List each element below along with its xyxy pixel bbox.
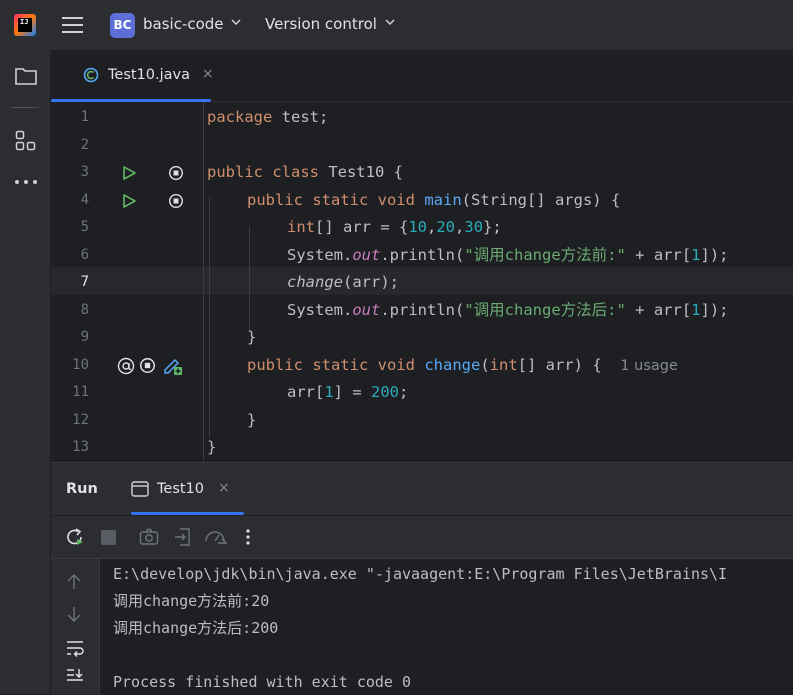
line-number: 10 <box>72 356 89 373</box>
code-line: 5 int[] arr = {10,20,30}; <box>51 214 793 242</box>
line-number: 8 <box>80 301 89 318</box>
run-tab-label: Test10 <box>157 481 205 497</box>
scroll-to-end-icon[interactable] <box>65 667 85 685</box>
arrow-down-icon[interactable] <box>66 605 82 623</box>
line-number: 5 <box>80 219 89 235</box>
tab-test10-java[interactable]: Test10.java × <box>66 50 214 101</box>
line-number: 9 <box>80 329 89 345</box>
breakpoint-icon[interactable] <box>169 166 183 180</box>
project-name[interactable]: basic-code <box>143 15 224 33</box>
structure-icon[interactable] <box>15 130 37 152</box>
camera-icon[interactable] <box>139 528 159 546</box>
active-tab-indicator <box>131 512 244 515</box>
code-text: int[] arr = {10,20,30}; <box>287 218 502 236</box>
rerun-icon[interactable] <box>65 527 85 547</box>
tab-close-icon[interactable]: × <box>202 66 214 82</box>
console-sidebar <box>51 559 100 695</box>
more-options-icon[interactable] <box>245 528 251 546</box>
chevron-down-icon[interactable] <box>230 16 242 28</box>
console-line: 调用change方法后:200 <box>113 619 279 637</box>
code-text: System.out.println("调用change方法后:" + arr[… <box>287 300 729 319</box>
line-number: 1 <box>80 109 89 125</box>
java-class-icon <box>83 67 99 83</box>
console-output[interactable]: E:\develop\jdk\bin\java.exe "-javaagent:… <box>100 559 793 695</box>
code-text: package test; <box>207 108 329 126</box>
code-text: } <box>247 328 257 346</box>
run-tab-test10[interactable]: Test10 × <box>131 463 244 515</box>
code-line: 8 System.out.println("调用change方法后:" + ar… <box>51 297 793 325</box>
line-number: 12 <box>72 411 89 428</box>
breakpoint-icon[interactable] <box>169 193 183 208</box>
line-number: 3 <box>80 164 89 180</box>
line-number: 7 <box>80 274 89 290</box>
edit-add-icon[interactable] <box>162 355 184 377</box>
code-line: 11 arr[1] = 200; <box>51 379 793 407</box>
version-control-menu[interactable]: Version control <box>265 15 377 33</box>
main-menu-icon[interactable] <box>62 14 84 36</box>
line-number: 2 <box>80 136 89 153</box>
more-tools-icon[interactable] <box>14 178 38 186</box>
run-tab-close-icon[interactable]: × <box>218 480 230 496</box>
line-number: 13 <box>72 439 89 455</box>
code-text: public static void change(int[] arr) { 1… <box>247 355 678 374</box>
code-line: 4 public static void main(String[] args)… <box>51 187 793 215</box>
code-line: 10 public static void change(int[] arr) … <box>51 352 793 380</box>
run-gutter-icon[interactable] <box>121 165 137 181</box>
soft-wrap-icon[interactable] <box>65 639 85 657</box>
code-text: System.out.println("调用change方法前:" + arr[… <box>287 245 729 264</box>
project-badge[interactable]: BC <box>110 13 135 38</box>
usage-hint[interactable]: 1 usage <box>620 358 678 374</box>
console-line: E:\develop\jdk\bin\java.exe "-javaagent:… <box>113 565 728 583</box>
intellij-logo-icon[interactable]: IJ <box>14 14 36 36</box>
line-number: 4 <box>80 191 89 208</box>
line-number: 6 <box>80 246 89 263</box>
console-icon <box>131 481 149 497</box>
stop-icon[interactable] <box>101 530 116 545</box>
console-line: 调用change方法前:20 <box>113 592 270 610</box>
exit-icon[interactable] <box>173 527 193 547</box>
code-line: 1 package test; <box>51 104 793 132</box>
code-line: 7 change(arr); <box>51 269 793 297</box>
run-toolbar <box>51 516 793 559</box>
code-line: 6 System.out.println("调用change方法前:" + ar… <box>51 242 793 270</box>
profiler-icon[interactable] <box>204 527 228 547</box>
code-editor[interactable]: 1 package test; 2 3 public class Test10 … <box>51 102 793 462</box>
run-gutter-icon[interactable] <box>121 193 137 209</box>
code-text: public class Test10 { <box>207 163 403 181</box>
code-line: 12 } <box>51 407 793 435</box>
editor-tab-bar: Test10.java × <box>51 50 793 102</box>
code-line: 2 <box>51 132 793 160</box>
tab-label: Test10.java <box>108 67 190 83</box>
arrow-up-icon[interactable] <box>66 573 82 591</box>
console-line: Process finished with exit code 0 <box>113 673 412 691</box>
project-folder-icon[interactable] <box>14 66 38 86</box>
code-line: 13 } <box>51 434 793 462</box>
run-tool-window: Run Test10 × E:\develop\jdk\bin\java.exe… <box>51 462 793 695</box>
code-text: change(arr); <box>287 273 399 291</box>
code-text: arr[1] = 200; <box>287 383 409 401</box>
line-number: 11 <box>72 384 89 400</box>
run-header: Run Test10 × <box>51 463 793 516</box>
run-title: Run <box>66 481 98 497</box>
tool-window-strip <box>0 50 51 694</box>
code-line: 9 } <box>51 324 793 352</box>
divider <box>11 107 39 108</box>
code-text: public static void main(String[] args) { <box>247 190 621 209</box>
at-sign-icon[interactable] <box>117 357 135 375</box>
breakpoint-icon[interactable] <box>140 357 155 373</box>
code-text: } <box>247 410 257 429</box>
code-line: 3 public class Test10 { <box>51 159 793 187</box>
code-text: } <box>207 438 217 456</box>
title-bar: IJ BC basic-code Version control <box>0 0 793 50</box>
chevron-down-icon[interactable] <box>384 16 396 28</box>
